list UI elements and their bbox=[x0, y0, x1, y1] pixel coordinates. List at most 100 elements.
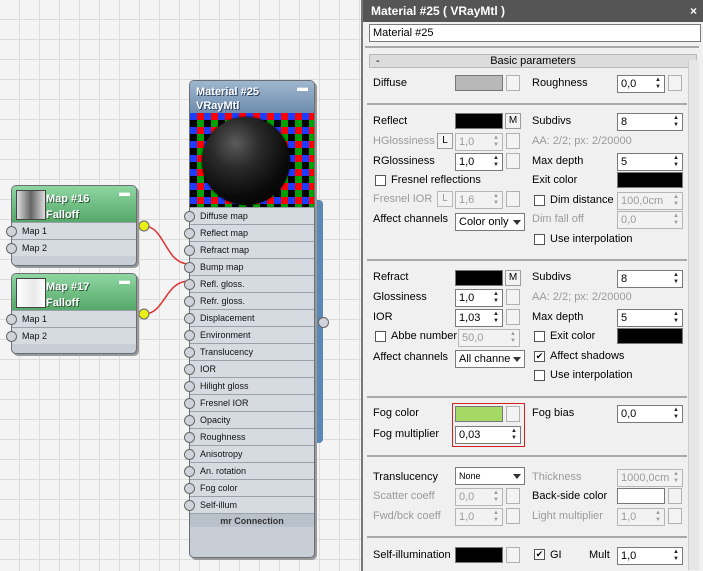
map16-node[interactable]: Map #16 Falloff ▬ Map 1 Map 2 bbox=[6, 185, 137, 266]
input-socket[interactable] bbox=[184, 415, 195, 426]
reflect-map-m-button[interactable]: M bbox=[505, 113, 521, 129]
back-side-color-swatch[interactable] bbox=[617, 488, 665, 504]
spinner-arrows-icon[interactable]: ▲ ▼ bbox=[492, 193, 500, 207]
refract-affect-channels-dropdown[interactable]: All channe bbox=[455, 350, 525, 368]
output-socket[interactable] bbox=[318, 317, 329, 328]
fog-color-map-button[interactable] bbox=[506, 406, 520, 422]
panel-scrollbar[interactable] bbox=[688, 60, 699, 570]
refract-use-interpolation-checkbox[interactable] bbox=[534, 370, 545, 381]
refract-maxdepth-spinner[interactable]: 5 ▲ ▼ bbox=[617, 309, 683, 327]
input-socket[interactable] bbox=[6, 314, 17, 325]
self-illum-mult-spinner[interactable]: 1,0 ▲ ▼ bbox=[617, 547, 683, 565]
light-multiplier-spinner[interactable]: 1,0 ▲ ▼ bbox=[617, 508, 665, 526]
fresnel-ior-spinner[interactable]: 1,6 ▲ ▼ bbox=[455, 191, 503, 209]
spinner-arrows-icon[interactable]: ▲ ▼ bbox=[672, 155, 680, 169]
back-side-color-map-button[interactable] bbox=[668, 488, 682, 504]
roughness-spinner[interactable]: 0,0 ▲ ▼ bbox=[617, 75, 665, 93]
spinner-arrows-icon[interactable]: ▲ ▼ bbox=[654, 77, 662, 91]
spinner-arrows-icon[interactable]: ▲ ▼ bbox=[492, 490, 500, 504]
map17-header[interactable]: Map #17 Falloff ▬ bbox=[12, 274, 136, 310]
minimize-icon[interactable]: ▬ bbox=[119, 275, 130, 287]
map17-slot-map2[interactable]: Map 2 bbox=[6, 327, 136, 344]
slot-environment[interactable]: Environment bbox=[184, 326, 314, 343]
slot-fresnel-ior[interactable]: Fresnel IOR bbox=[184, 394, 314, 411]
reflect-affect-channels-dropdown[interactable]: Color only bbox=[455, 213, 525, 231]
material-node[interactable]: Material #25 VRayMtl ▬ Diffuse map Reflec… bbox=[184, 80, 315, 558]
gi-checkbox[interactable]: ✔ bbox=[534, 549, 545, 560]
input-socket[interactable] bbox=[6, 331, 17, 342]
slot-translucency[interactable]: Translucency bbox=[184, 343, 314, 360]
spinner-arrows-icon[interactable]: ▲ ▼ bbox=[672, 272, 680, 286]
self-illumination-color-swatch[interactable] bbox=[455, 547, 503, 563]
map17-node[interactable]: Map #17 Falloff ▬ Map 1 Map 2 bbox=[6, 273, 137, 354]
spinner-arrows-icon[interactable]: ▲ ▼ bbox=[492, 311, 500, 325]
input-socket[interactable] bbox=[184, 211, 195, 222]
slot-opacity[interactable]: Opacity bbox=[184, 411, 314, 428]
hglossiness-lock-button[interactable]: L bbox=[437, 133, 453, 149]
refract-map-m-button[interactable]: M bbox=[505, 270, 521, 286]
input-socket[interactable] bbox=[184, 262, 195, 273]
collapse-icon[interactable]: - bbox=[376, 55, 380, 67]
reflect-maxdepth-spinner[interactable]: 5 ▲ ▼ bbox=[617, 153, 683, 171]
rglossiness-spinner[interactable]: 1,0 ▲ ▼ bbox=[455, 153, 503, 171]
slot-self-illum[interactable]: Self-illum bbox=[184, 496, 314, 513]
map16-slot-map2[interactable]: Map 2 bbox=[6, 239, 136, 256]
dim-fall-off-spinner[interactable]: 0,0 ▲ ▼ bbox=[617, 211, 683, 229]
spinner-arrows-icon[interactable]: ▲ ▼ bbox=[672, 213, 680, 227]
input-socket[interactable] bbox=[184, 347, 195, 358]
slot-diffuse-map[interactable]: Diffuse map bbox=[184, 207, 314, 224]
slot-hilight-gloss[interactable]: Hilight gloss bbox=[184, 377, 314, 394]
dim-distance-checkbox[interactable] bbox=[534, 195, 545, 206]
spinner-arrows-icon[interactable]: ▲ ▼ bbox=[672, 471, 680, 485]
fog-bias-spinner[interactable]: 0,0 ▲ ▼ bbox=[617, 405, 683, 423]
slot-anisotropy[interactable]: Anisotropy bbox=[184, 445, 314, 462]
input-socket[interactable] bbox=[184, 279, 195, 290]
fresnel-ior-map-button[interactable] bbox=[506, 191, 520, 207]
input-socket[interactable] bbox=[184, 364, 195, 375]
input-socket[interactable] bbox=[184, 500, 195, 511]
refract-subdivs-spinner[interactable]: 8 ▲ ▼ bbox=[617, 270, 683, 288]
input-socket[interactable] bbox=[6, 243, 17, 254]
dim-distance-spinner[interactable]: 100,0cm ▲ ▼ bbox=[617, 192, 683, 210]
input-socket[interactable] bbox=[184, 381, 195, 392]
map16-slot-map1[interactable]: Map 1 bbox=[6, 222, 136, 239]
rglossiness-map-button[interactable] bbox=[506, 153, 520, 169]
minimize-icon[interactable]: ▬ bbox=[119, 187, 130, 199]
input-socket[interactable] bbox=[184, 398, 195, 409]
scatter-coeff-spinner[interactable]: 0,0 ▲ ▼ bbox=[455, 488, 503, 506]
input-socket[interactable] bbox=[184, 483, 195, 494]
refract-glossiness-map-button[interactable] bbox=[506, 289, 520, 305]
light-multiplier-map-button[interactable] bbox=[668, 508, 682, 524]
spinner-arrows-icon[interactable]: ▲ ▼ bbox=[654, 510, 662, 524]
hglossiness-spinner[interactable]: 1,0 ▲ ▼ bbox=[455, 133, 503, 151]
input-socket[interactable] bbox=[184, 228, 195, 239]
spinner-arrows-icon[interactable]: ▲ ▼ bbox=[672, 407, 680, 421]
slot-refl-gloss[interactable]: Refl. gloss. bbox=[184, 275, 314, 292]
slot-roughness[interactable]: Roughness bbox=[184, 428, 314, 445]
diffuse-color-swatch[interactable] bbox=[455, 75, 503, 91]
spinner-arrows-icon[interactable]: ▲ ▼ bbox=[510, 428, 518, 442]
spinner-arrows-icon[interactable]: ▲ ▼ bbox=[492, 291, 500, 305]
spinner-arrows-icon[interactable]: ▲ ▼ bbox=[492, 510, 500, 524]
input-socket[interactable] bbox=[184, 466, 195, 477]
fog-multiplier-spinner[interactable]: 0,03 ▲ ▼ bbox=[455, 426, 521, 444]
spinner-arrows-icon[interactable]: ▲ ▼ bbox=[492, 135, 500, 149]
slot-ior[interactable]: IOR bbox=[184, 360, 314, 377]
input-socket[interactable] bbox=[184, 245, 195, 256]
reflect-subdivs-spinner[interactable]: 8 ▲ ▼ bbox=[617, 113, 683, 131]
fwd-bck-coeff-spinner[interactable]: 1,0 ▲ ▼ bbox=[455, 508, 503, 526]
slot-fog-color[interactable]: Fog color bbox=[184, 479, 314, 496]
slot-displacement[interactable]: Displacement bbox=[184, 309, 314, 326]
input-socket[interactable] bbox=[6, 226, 17, 237]
fresnel-ior-lock-button[interactable]: L bbox=[437, 191, 453, 207]
refract-color-swatch[interactable] bbox=[455, 270, 503, 286]
reflect-color-swatch[interactable] bbox=[455, 113, 503, 129]
fog-color-swatch[interactable] bbox=[455, 406, 503, 422]
scatter-coeff-map-button[interactable] bbox=[506, 488, 520, 504]
input-socket[interactable] bbox=[184, 449, 195, 460]
spinner-arrows-icon[interactable]: ▲ ▼ bbox=[672, 115, 680, 129]
ior-spinner[interactable]: 1,03 ▲ ▼ bbox=[455, 309, 503, 327]
roughness-map-button[interactable] bbox=[668, 75, 682, 91]
basic-parameters-rollout[interactable]: - Basic parameters bbox=[369, 54, 697, 68]
input-socket[interactable] bbox=[184, 330, 195, 341]
